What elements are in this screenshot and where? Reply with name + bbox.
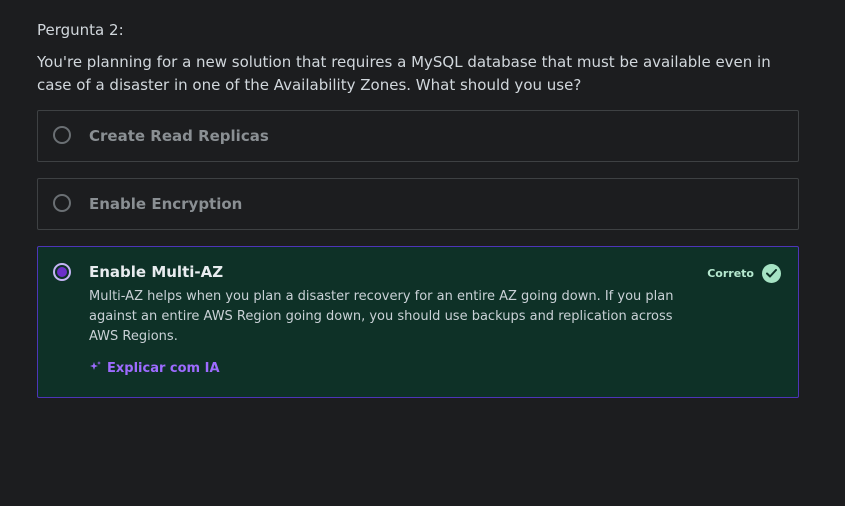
quiz-question-panel: Pergunta 2: You're planning for a new so… — [0, 0, 845, 506]
answer-option-label: Enable Multi-AZ — [89, 263, 224, 281]
check-circle-icon — [762, 264, 781, 283]
radio-dot-icon — [57, 267, 67, 277]
answer-option-label: Create Read Replicas — [89, 127, 269, 145]
radio-button[interactable] — [53, 126, 71, 144]
answer-option-1[interactable]: Create Read Replicas — [37, 110, 799, 162]
radio-button[interactable] — [53, 194, 71, 212]
correct-label: Correto — [707, 267, 754, 280]
radio-button-selected[interactable] — [53, 263, 71, 281]
correct-badge: Correto — [707, 264, 781, 283]
answer-option-2[interactable]: Enable Encryption — [37, 178, 799, 230]
answer-option-3-selected[interactable]: Enable Multi-AZ Correto Multi-AZ helps w… — [37, 246, 799, 398]
answer-option-label: Enable Encryption — [89, 195, 243, 213]
explain-with-ai-link[interactable]: Explicar com IA — [90, 361, 220, 376]
sparkle-icon — [90, 361, 101, 375]
question-number: Pergunta 2: — [37, 21, 124, 39]
question-text: You're planning for a new solution that … — [37, 53, 771, 94]
answer-explanation: Multi-AZ helps when you plan a disaster … — [89, 289, 674, 344]
explain-with-ai-label: Explicar com IA — [107, 361, 220, 376]
